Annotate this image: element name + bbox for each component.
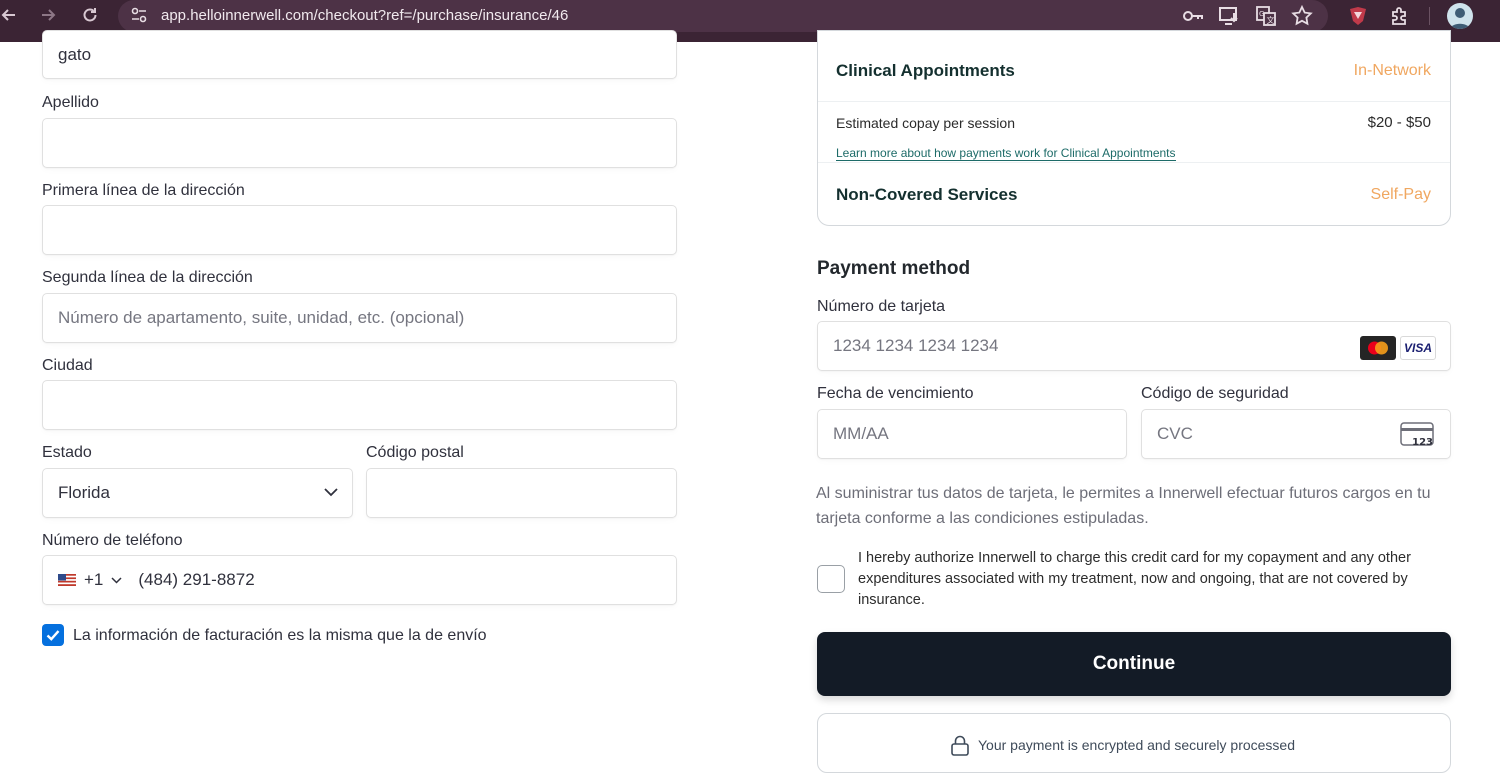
card-brand-logos: VISA bbox=[1360, 336, 1436, 360]
first-name-value: gato bbox=[58, 44, 92, 64]
cvc-placeholder: CVC bbox=[1157, 424, 1193, 443]
clinical-status-badge: In-Network bbox=[1353, 62, 1431, 79]
bookmark-star-icon[interactable] bbox=[1290, 4, 1314, 28]
address1-label: Primera línea de la dirección bbox=[42, 182, 245, 199]
extension-shield-icon[interactable] bbox=[1346, 4, 1370, 28]
phone-field[interactable]: +1 (484) 291-8872 bbox=[42, 555, 677, 605]
learn-more-link[interactable]: Learn more about how payments work for C… bbox=[836, 146, 1176, 161]
phone-value: (484) 291-8872 bbox=[138, 570, 255, 589]
coverage-card: Clinical Appointments In-Network Estimat… bbox=[817, 30, 1451, 226]
address2-field[interactable]: Número de apartamento, suite, unidad, et… bbox=[42, 293, 677, 343]
us-flag-icon bbox=[58, 574, 76, 586]
toolbar-divider bbox=[1429, 7, 1430, 25]
phone-country-selector[interactable]: +1 bbox=[58, 570, 122, 590]
card-number-label: Número de tarjeta bbox=[817, 298, 946, 315]
forward-icon[interactable] bbox=[34, 5, 62, 27]
zip-label: Código postal bbox=[366, 444, 464, 461]
state-value: Florida bbox=[58, 483, 110, 502]
state-select[interactable]: Florida bbox=[42, 468, 353, 518]
expiry-placeholder: MM/AA bbox=[833, 424, 889, 443]
address2-placeholder: Número de apartamento, suite, unidad, et… bbox=[58, 308, 465, 327]
secure-payment-text: Your payment is encrypted and securely p… bbox=[978, 737, 1295, 753]
card-divider bbox=[818, 162, 1450, 163]
svg-text:G: G bbox=[1259, 10, 1264, 18]
card-divider bbox=[818, 101, 1450, 102]
same-billing-label[interactable]: La información de facturación es la mism… bbox=[73, 627, 487, 645]
translate-icon[interactable]: 文G bbox=[1254, 4, 1278, 28]
authorize-charge-checkbox[interactable] bbox=[817, 565, 845, 593]
expiry-label: Fecha de vencimiento bbox=[817, 385, 974, 402]
noncovered-status-badge: Self-Pay bbox=[1370, 186, 1431, 203]
expiry-field[interactable]: MM/AA bbox=[817, 409, 1127, 459]
lock-icon bbox=[951, 735, 969, 756]
phone-label: Número de teléfono bbox=[42, 532, 183, 549]
profile-avatar[interactable] bbox=[1447, 3, 1473, 29]
url-text[interactable]: app.helloinnerwell.com/checkout?ref=/pur… bbox=[161, 7, 568, 24]
clinical-appointments-title: Clinical Appointments bbox=[836, 61, 1015, 80]
chevron-down-icon bbox=[324, 488, 338, 497]
visa-icon: VISA bbox=[1400, 336, 1436, 360]
state-label: Estado bbox=[42, 444, 92, 461]
svg-text:文: 文 bbox=[1267, 15, 1275, 25]
cvc-label: Código de seguridad bbox=[1141, 385, 1289, 402]
first-name-field[interactable]: gato bbox=[42, 30, 677, 79]
address2-label: Segunda línea de la dirección bbox=[42, 269, 253, 286]
continue-button[interactable]: Continue bbox=[817, 632, 1451, 696]
mastercard-icon bbox=[1360, 336, 1396, 360]
address1-field[interactable] bbox=[42, 205, 677, 255]
cvc-card-icon: 123 bbox=[1400, 422, 1434, 448]
same-billing-checkbox[interactable] bbox=[42, 624, 64, 646]
install-app-icon[interactable] bbox=[1217, 4, 1241, 28]
chevron-down-icon bbox=[111, 576, 122, 584]
cvc-icon-text: 123 bbox=[1412, 437, 1433, 448]
phone-country-code: +1 bbox=[84, 570, 104, 589]
last-name-field[interactable] bbox=[42, 118, 677, 168]
city-field[interactable] bbox=[42, 380, 677, 430]
password-key-icon[interactable] bbox=[1181, 4, 1205, 28]
last-name-label: Apellido bbox=[42, 94, 99, 111]
reload-icon[interactable] bbox=[76, 5, 104, 27]
card-number-field[interactable]: 1234 1234 1234 1234 VISA bbox=[817, 321, 1451, 371]
city-label: Ciudad bbox=[42, 357, 93, 374]
card-number-placeholder: 1234 1234 1234 1234 bbox=[833, 336, 999, 355]
back-icon[interactable] bbox=[0, 5, 23, 27]
site-settings-icon[interactable] bbox=[129, 5, 149, 25]
payment-method-title: Payment method bbox=[817, 258, 971, 279]
card-consent-text: Al suministrar tus datos de tarjeta, le … bbox=[816, 485, 1431, 527]
extensions-puzzle-icon[interactable] bbox=[1388, 4, 1412, 28]
noncovered-services-title: Non-Covered Services bbox=[836, 185, 1018, 204]
secure-payment-notice: Your payment is encrypted and securely p… bbox=[817, 713, 1451, 773]
authorize-charge-label[interactable]: I hereby authorize Innerwell to charge t… bbox=[858, 548, 1458, 611]
copay-value: $20 - $50 bbox=[1367, 114, 1431, 131]
cvc-field[interactable]: CVC 123 bbox=[1141, 409, 1451, 459]
zip-field[interactable] bbox=[366, 468, 677, 518]
copay-label: Estimated copay per session bbox=[836, 115, 1015, 131]
checkmark-icon bbox=[46, 630, 60, 641]
